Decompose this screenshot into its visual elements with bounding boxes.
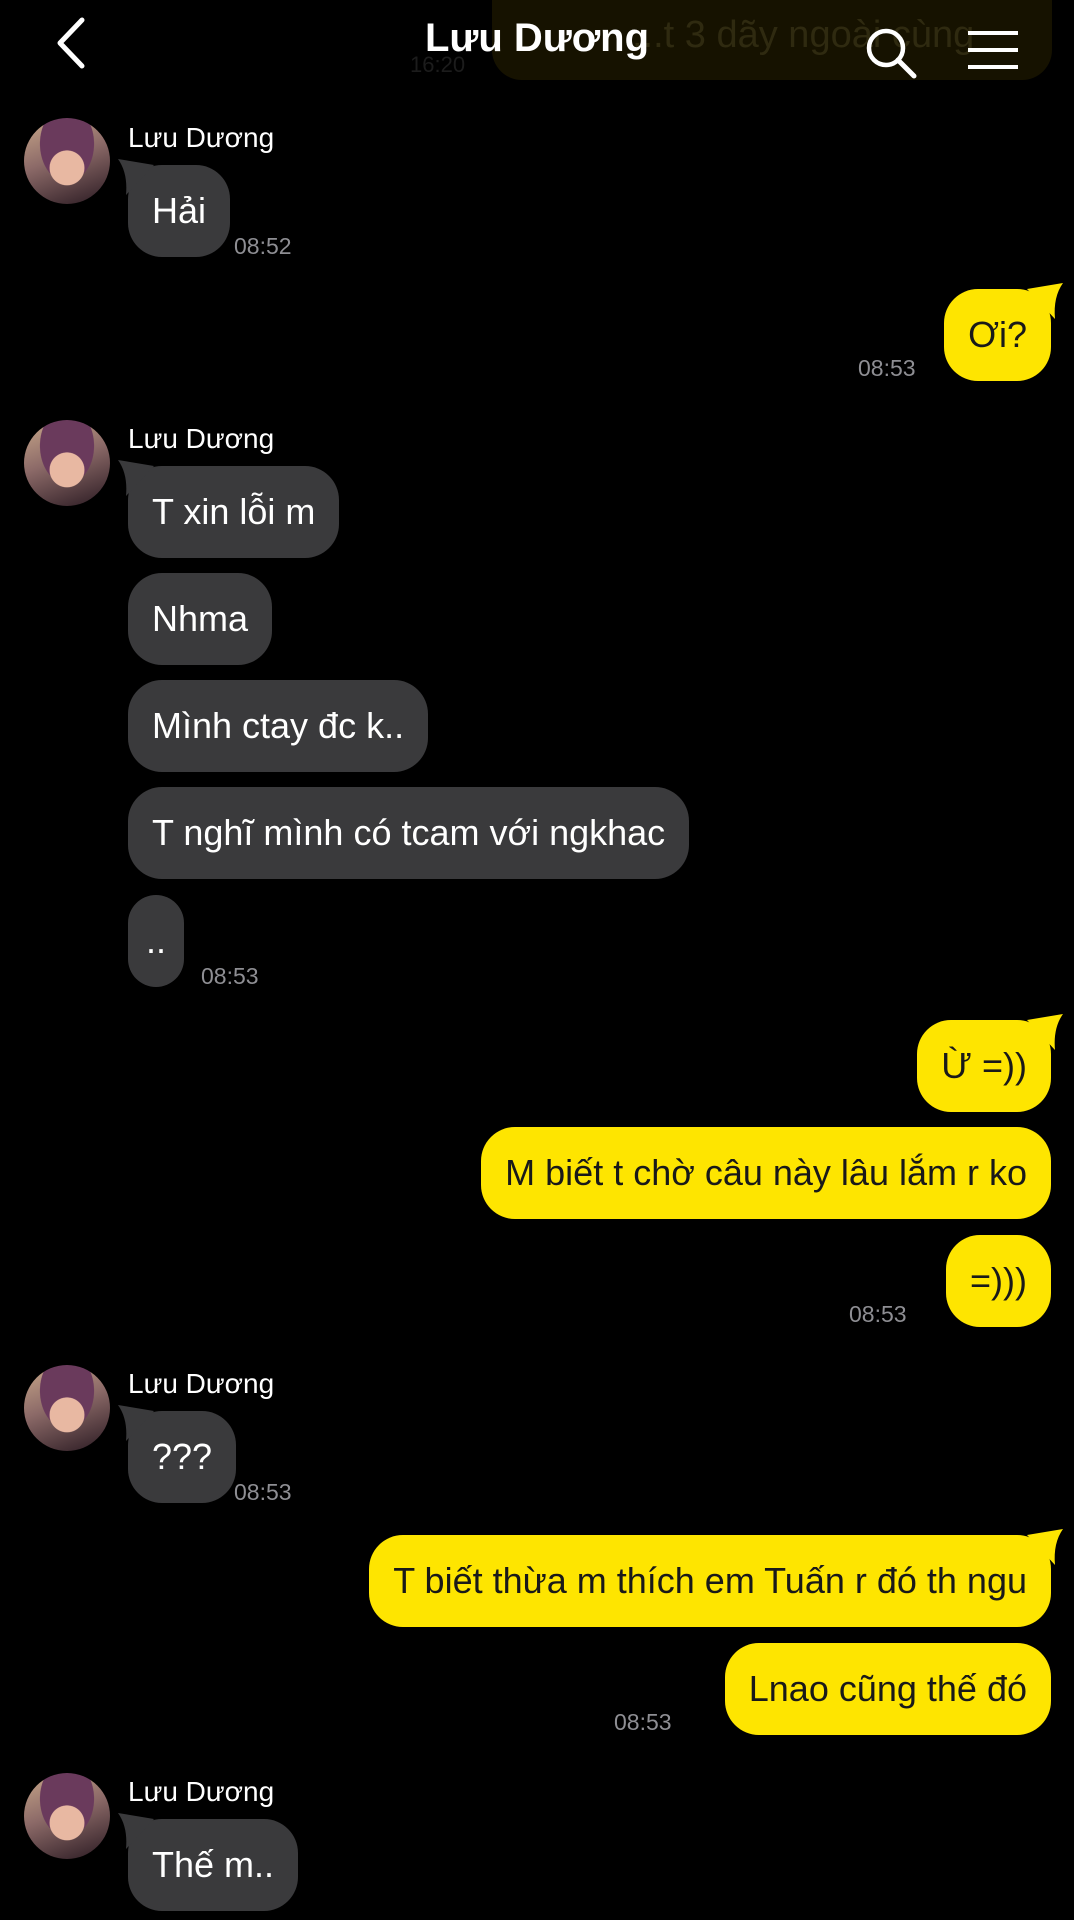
bubble-tail [1027, 1014, 1063, 1050]
sender-name: Lưu Dương [128, 423, 275, 454]
incoming-message[interactable]: T xin lỗi m [118, 460, 340, 558]
message-text: =))) [970, 1260, 1027, 1301]
sender-name: Lưu Dương [128, 1776, 275, 1807]
message-time: 08:52 [234, 233, 292, 259]
message-text: Ơi? [968, 314, 1027, 355]
message-text: .. [146, 920, 167, 961]
message-text: T nghĩ mình có tcam với ngkhac [152, 812, 666, 853]
menu-button[interactable] [966, 28, 1020, 72]
bubble-tail [118, 1813, 154, 1849]
hamburger-menu-icon [968, 31, 1018, 69]
avatar[interactable] [24, 118, 110, 204]
incoming-message[interactable]: Mình ctay đc k.. [128, 680, 429, 772]
message-text: Thế m.. [152, 1844, 275, 1885]
incoming-message[interactable]: Hải [118, 159, 231, 257]
bubble-tail [1027, 1529, 1063, 1565]
search-button[interactable] [862, 24, 920, 82]
message-text: Lnao cũng thế đó [748, 1668, 1027, 1709]
sender-name: Lưu Dương [128, 1368, 275, 1399]
message-text: Mình ctay đc k.. [152, 705, 405, 746]
bubble-tail [118, 460, 154, 496]
avatar[interactable] [24, 420, 110, 506]
message-text: Ừ =)) [941, 1045, 1027, 1086]
chat-header: ...t 3 dãy ngoài cùng 16:20 Lưu Dương [0, 0, 1074, 100]
message-time: 08:53 [849, 1301, 907, 1327]
incoming-message[interactable]: Thế m.. [118, 1813, 299, 1911]
incoming-message[interactable]: .. [128, 895, 185, 987]
message-time: 08:53 [201, 963, 259, 989]
search-icon [866, 28, 917, 79]
incoming-message[interactable]: T nghĩ mình có tcam với ngkhac [128, 787, 690, 879]
message-time: 08:53 [234, 1479, 292, 1505]
message-text: M biết t chờ câu này lâu lắm r ko [505, 1152, 1027, 1193]
sender-name: Lưu Dương [128, 122, 275, 153]
incoming-message[interactable]: ??? [118, 1405, 237, 1503]
outgoing-message[interactable]: Ừ =)) [917, 1014, 1063, 1112]
outgoing-message[interactable]: =))) [946, 1235, 1051, 1327]
message-text: Nhma [152, 598, 249, 639]
message-text: T xin lỗi m [152, 491, 316, 532]
outgoing-message[interactable]: T biết thừa m thích em Tuấn r đó th ngu [369, 1529, 1063, 1627]
outgoing-message[interactable]: Ơi? [944, 283, 1063, 381]
message-text: T biết thừa m thích em Tuấn r đó th ngu [393, 1560, 1027, 1601]
message-text: Hải [152, 190, 207, 231]
bubble-tail [118, 1405, 154, 1441]
avatar[interactable] [24, 1365, 110, 1451]
bubble-tail [118, 159, 154, 195]
message-time: 08:53 [614, 1709, 672, 1735]
avatar[interactable] [24, 1773, 110, 1859]
bubble-tail [1027, 283, 1063, 319]
outgoing-message[interactable]: Lnao cũng thế đó [724, 1643, 1051, 1735]
message-time: 08:53 [858, 355, 916, 381]
incoming-message[interactable]: Nhma [128, 573, 273, 665]
outgoing-message[interactable]: M biết t chờ câu này lâu lắm r ko [481, 1127, 1051, 1219]
message-text: ??? [152, 1436, 213, 1477]
